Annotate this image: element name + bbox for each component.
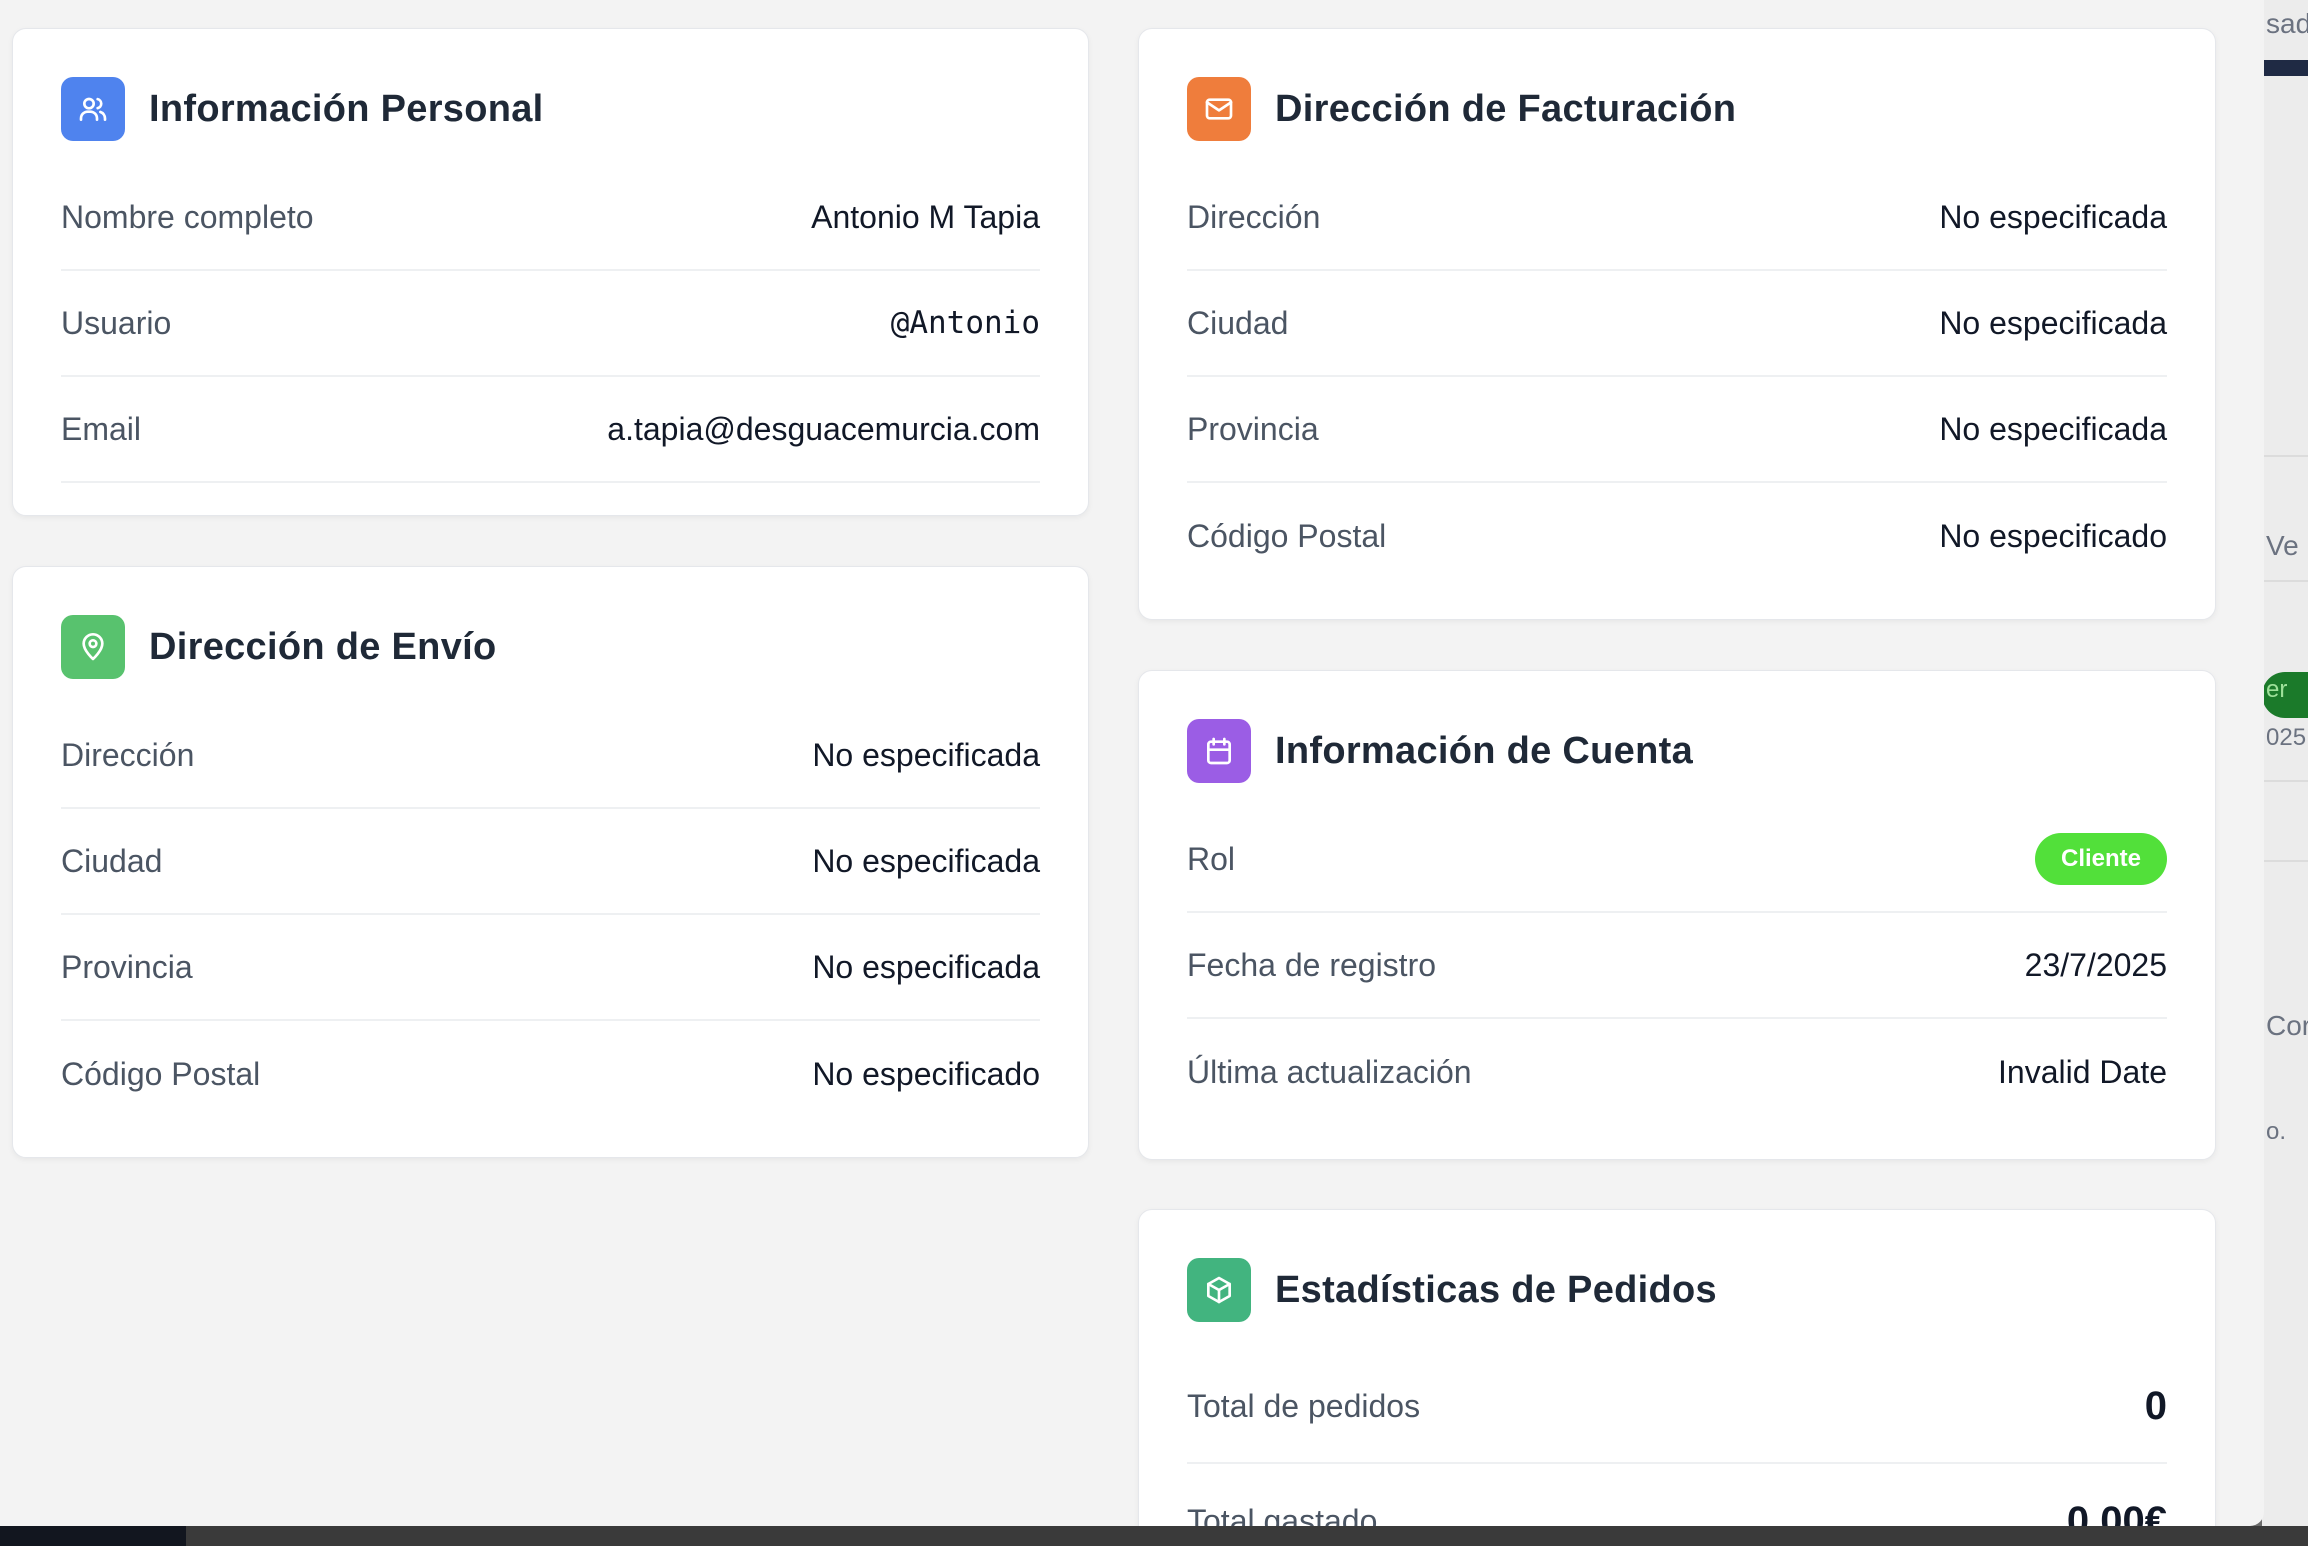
info-rows: Nombre completo Antonio M Tapia Usuario … [61, 165, 1040, 483]
info-row-role: Rol Cliente [1187, 807, 2167, 913]
background-text: Cor [2266, 1010, 2308, 1041]
role-badge: Cliente [2034, 833, 2167, 885]
row-label: Dirección [61, 736, 195, 773]
bottom-bar [0, 1526, 2308, 1546]
row-label: Ciudad [61, 842, 163, 879]
row-label: Ciudad [1187, 304, 1289, 341]
row-label: Total gastado [1187, 1502, 1378, 1527]
row-label: Nombre completo [61, 198, 314, 235]
card-header: Dirección de Facturación [1187, 77, 1736, 141]
mail-icon [1187, 77, 1251, 141]
info-row-full-name: Nombre completo Antonio M Tapia [61, 165, 1040, 271]
info-row-address: Dirección No especificada [1187, 165, 2167, 271]
background-text: Ve [2266, 530, 2299, 561]
package-icon [1187, 1258, 1251, 1322]
card-header: Estadísticas de Pedidos [1187, 1258, 1717, 1322]
row-value: Invalid Date [1998, 1053, 2167, 1090]
row-label: Total de pedidos [1187, 1387, 1421, 1424]
shipping-address-card: Dirección de Envío Dirección No especifi… [12, 566, 1089, 1158]
row-value: No especificado [812, 1055, 1040, 1092]
row-label: Última actualización [1187, 1053, 1472, 1090]
background-divider [2262, 780, 2308, 782]
row-label: Rol [1187, 840, 1236, 877]
background-divider [2262, 455, 2308, 457]
order-stats-card: Estadísticas de Pedidos Total de pedidos… [1138, 1209, 2216, 1526]
info-rows: Total de pedidos 0 Total gastado 0.00€ [1187, 1350, 2167, 1526]
info-row-postal-code: Código Postal No especificado [61, 1021, 1040, 1127]
info-row-address: Dirección No especificada [61, 703, 1040, 809]
info-row-province: Provincia No especificada [61, 915, 1040, 1021]
map-pin-icon [61, 615, 125, 679]
info-row-last-update: Última actualización Invalid Date [1187, 1019, 2167, 1125]
calendar-icon [1187, 719, 1251, 783]
row-label: Código Postal [1187, 517, 1387, 554]
row-label: Provincia [1187, 410, 1319, 447]
personal-info-card: Información Personal Nombre completo Ant… [12, 28, 1089, 516]
row-value: 0 [2144, 1383, 2167, 1428]
info-row-registration-date: Fecha de registro 23/7/2025 [1187, 913, 2167, 1019]
row-value: Antonio M Tapia [811, 198, 1040, 235]
account-info-card: Información de Cuenta Rol Cliente Fecha … [1138, 670, 2216, 1160]
info-row-username: Usuario @Antonio [61, 271, 1040, 377]
row-label: Email [61, 410, 142, 447]
row-value: 0.00€ [2066, 1498, 2167, 1527]
background-text: 025 [2266, 724, 2307, 751]
billing-address-card: Dirección de Facturación Dirección No es… [1138, 28, 2216, 620]
background-divider [2262, 860, 2308, 862]
info-row-postal-code: Código Postal No especificado [1187, 483, 2167, 589]
row-value: 23/7/2025 [2024, 946, 2167, 983]
info-row-city: Ciudad No especificada [1187, 271, 2167, 377]
background-divider [2262, 580, 2308, 582]
info-row-province: Provincia No especificada [1187, 377, 2167, 483]
background-app: sado Ve er 025 Cor o. [2262, 0, 2308, 1546]
card-header: Información de Cuenta [1187, 719, 1693, 783]
info-row-total-orders: Total de pedidos 0 [1187, 1350, 2167, 1464]
card-header: Información Personal [61, 77, 544, 141]
row-value: No especificada [1939, 410, 2167, 447]
info-row-email: Email a.tapia@desguacemurcia.com [61, 377, 1040, 483]
row-value: No especificada [812, 948, 1040, 985]
card-title: Estadísticas de Pedidos [1275, 1268, 1717, 1311]
card-title: Información Personal [149, 87, 544, 130]
row-label: Dirección [1187, 198, 1321, 235]
row-label: Provincia [61, 948, 193, 985]
row-value: No especificada [1939, 198, 2167, 235]
background-text: o. [2266, 1118, 2287, 1145]
info-rows: Dirección No especificada Ciudad No espe… [1187, 165, 2167, 589]
row-label: Código Postal [61, 1055, 261, 1092]
row-value: @Antonio [890, 305, 1040, 341]
info-rows: Rol Cliente Fecha de registro 23/7/2025 … [1187, 807, 2167, 1125]
background-text: er [2266, 676, 2288, 703]
row-label: Fecha de registro [1187, 946, 1437, 983]
taskbar-segment [0, 1526, 186, 1546]
card-header: Dirección de Envío [61, 615, 497, 679]
row-value: No especificado [1939, 517, 2167, 554]
row-label: Usuario [61, 304, 172, 341]
row-value: No especificada [1939, 304, 2167, 341]
info-row-city: Ciudad No especificada [61, 809, 1040, 915]
card-title: Información de Cuenta [1275, 729, 1694, 772]
info-rows: Dirección No especificada Ciudad No espe… [61, 703, 1040, 1127]
card-title: Dirección de Facturación [1275, 87, 1737, 130]
info-row-total-spent: Total gastado 0.00€ [1187, 1464, 2167, 1527]
card-title: Dirección de Envío [149, 625, 497, 668]
row-value: a.tapia@desguacemurcia.com [607, 410, 1040, 447]
row-value: No especificada [812, 736, 1040, 773]
user-details-modal: Información Personal Nombre completo Ant… [0, 0, 2264, 1526]
users-icon [61, 77, 125, 141]
background-header-bar [2264, 60, 2308, 76]
row-value: No especificada [812, 842, 1040, 879]
background-text: sado [2266, 8, 2308, 39]
